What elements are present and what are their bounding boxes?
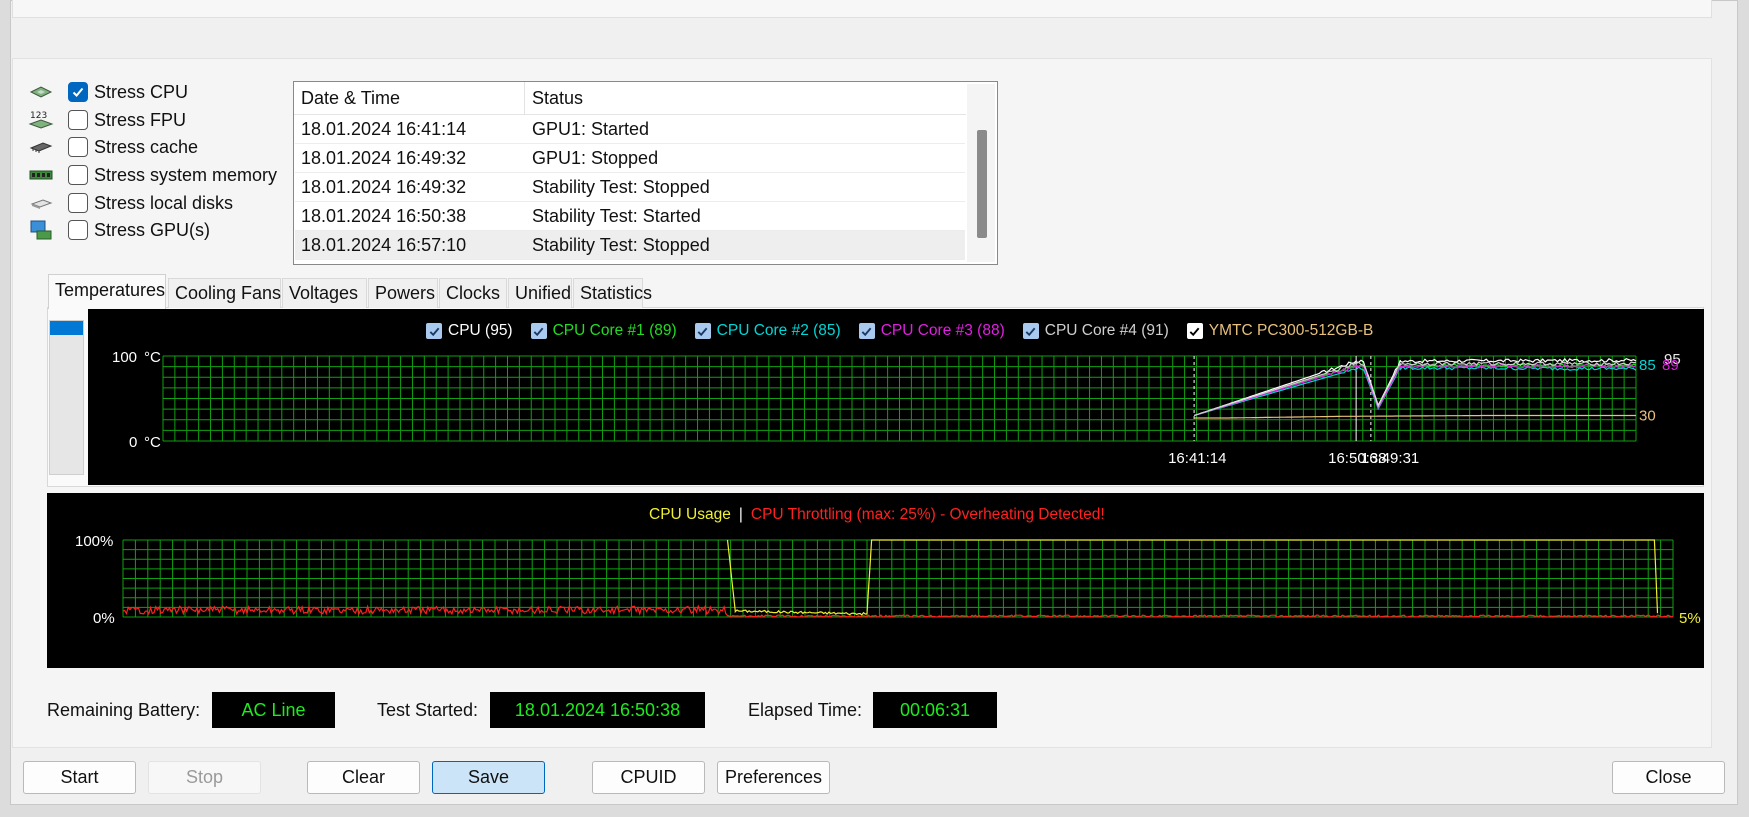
temperature-plot: 100 °C0 °C16:41:14 16:50:3816:49:319585 8930 <box>112 349 1681 467</box>
log-row-time: 18.01.2024 16:49:32 <box>301 148 467 168</box>
elapsed-time-label: Elapsed Time: <box>748 700 863 720</box>
clear-button[interactable]: Clear <box>307 761 420 794</box>
memory-module-icon <box>28 165 54 185</box>
top-panel <box>12 0 1712 18</box>
log-row[interactable]: 18.01.2024 16:41:14 GPU1: Started <box>295 115 965 144</box>
stress-option-label[interactable]: Stress system memory <box>94 165 277 186</box>
y-unit-label: °C <box>144 434 161 451</box>
battery-label: Remaining Battery: <box>47 700 201 720</box>
svg-text:123: 123 <box>30 111 47 121</box>
battery-value: AC Line <box>212 692 335 728</box>
event-log-table[interactable]: Date & Time Status 18.01.2024 16:41:14 GP… <box>293 81 998 265</box>
test-started-value: 18.01.2024 16:50:38 <box>490 692 705 728</box>
log-header-date[interactable]: Date & Time <box>301 88 400 109</box>
sensor-selection[interactable] <box>50 321 83 335</box>
y-unit-label: °C <box>144 349 161 366</box>
tab-unified[interactable]: Unified <box>508 278 572 308</box>
log-row-status: Stability Test: Stopped <box>532 235 710 255</box>
stress-option-label[interactable]: Stress local disks <box>94 193 233 214</box>
log-row-status: GPU1: Stopped <box>532 148 659 168</box>
stress-checkbox[interactable] <box>68 165 88 185</box>
tab-clocks[interactable]: Clocks <box>439 278 507 308</box>
log-row[interactable]: 18.01.2024 16:49:32 Stability Test: Stopp… <box>295 173 965 202</box>
stress-option-4[interactable]: Stress system memory <box>28 163 288 187</box>
y-tick-label: 100 <box>112 349 137 366</box>
log-row-status: Stability Test: Stopped <box>532 177 710 197</box>
series-value-label: 85 <box>1639 357 1656 374</box>
stress-option-label[interactable]: Stress cache <box>94 137 198 158</box>
y-tick-label: 0% <box>93 610 115 627</box>
start-button[interactable]: Start <box>23 761 136 794</box>
tab-cooling-fans[interactable]: Cooling Fans <box>168 278 281 308</box>
log-row-time: 18.01.2024 16:57:10 <box>301 235 467 255</box>
log-row[interactable]: 18.01.2024 16:49:32 GPU1: Stopped <box>295 144 965 173</box>
stress-option-3[interactable]: Stress cache <box>28 135 288 159</box>
log-row-status: GPU1: Started <box>532 119 650 139</box>
stress-option-label[interactable]: Stress CPU <box>94 82 188 103</box>
series-line <box>1193 363 1637 417</box>
cpu-chip-icon <box>28 82 54 102</box>
x-tick-label: 16:41:14 <box>1168 450 1226 467</box>
tab-temperatures[interactable]: Temperatures <box>48 274 166 309</box>
stress-option-label[interactable]: Stress FPU <box>94 110 186 131</box>
tab-voltages[interactable]: Voltages <box>282 278 367 308</box>
y-tick-label: 100% <box>75 533 113 550</box>
stress-checkbox[interactable] <box>68 220 88 240</box>
stress-option-2[interactable]: 123 Stress FPU <box>28 108 288 132</box>
disk-drive-icon <box>28 193 54 213</box>
sensor-list[interactable] <box>49 320 84 475</box>
stress-option-5[interactable]: Stress local disks <box>28 191 288 215</box>
tab-powers[interactable]: Powers <box>368 278 438 308</box>
log-row[interactable]: 18.01.2024 16:50:38 Stability Test: Start… <box>295 202 965 231</box>
cache-chip-icon <box>28 137 54 157</box>
preferences-button[interactable]: Preferences <box>717 761 830 794</box>
log-scrollbar[interactable] <box>967 84 995 262</box>
series-line <box>1193 365 1637 417</box>
series-value-label: 89 <box>1662 357 1679 374</box>
log-row-time: 18.01.2024 16:41:14 <box>301 119 467 139</box>
chart-grid <box>122 539 1674 618</box>
save-button[interactable]: Save <box>432 761 545 794</box>
fpu-123-icon: 123 <box>28 110 54 130</box>
cpuid-button[interactable]: CPUID <box>592 761 705 794</box>
cpu-usage-plot: 100%0%5%0% <box>75 533 1701 627</box>
stop-button[interactable]: Stop <box>148 761 261 794</box>
test-started-label: Test Started: <box>377 700 479 720</box>
temperature-chart: CPU (95) CPU Core #1 (89) CPU Core #2 (85)… <box>88 309 1704 485</box>
close-button[interactable]: Close <box>1612 761 1725 794</box>
scrollbar-thumb[interactable] <box>977 130 987 238</box>
column-separator[interactable] <box>524 82 525 115</box>
cpu-usage-chart: CPU Usage | CPU Throttling (max: 25%) - Ov… <box>47 493 1704 668</box>
stress-option-label[interactable]: Stress GPU(s) <box>94 220 210 241</box>
gpu-monitor-icon <box>28 220 54 240</box>
stress-option-6[interactable]: Stress GPU(s) <box>28 218 288 242</box>
stress-option-1[interactable]: Stress CPU <box>28 80 288 104</box>
stress-checkbox[interactable] <box>68 193 88 213</box>
series-line <box>1193 363 1637 417</box>
log-row[interactable]: 18.01.2024 16:57:10 Stability Test: Stopp… <box>295 231 965 260</box>
series-value-label: 30 <box>1639 408 1656 425</box>
log-row-status: Stability Test: Started <box>532 206 701 226</box>
stress-checkbox[interactable] <box>68 82 88 102</box>
stress-checkbox[interactable] <box>68 110 88 130</box>
elapsed-time-value: 00:06:31 <box>873 692 997 728</box>
series-line <box>1194 414 1636 419</box>
log-header-status[interactable]: Status <box>532 88 583 109</box>
log-row-time: 18.01.2024 16:50:38 <box>301 206 467 226</box>
log-row-time: 18.01.2024 16:49:32 <box>301 177 467 197</box>
tab-statistics[interactable]: Statistics <box>573 278 652 308</box>
log-header: Date & Time Status <box>294 82 966 115</box>
y-tick-label: 0 <box>129 434 137 451</box>
series-value-label: 5% <box>1679 610 1701 627</box>
stress-checkbox[interactable] <box>68 137 88 157</box>
x-tick-label: 16:49:31 <box>1361 450 1419 467</box>
